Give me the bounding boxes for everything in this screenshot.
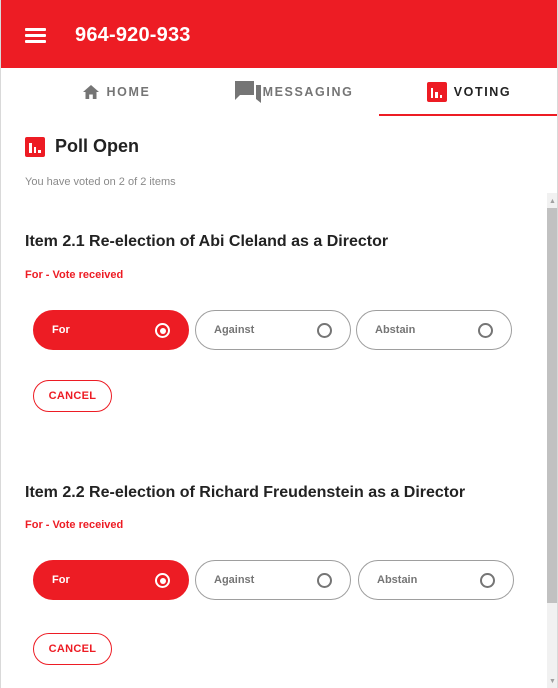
option-for[interactable]: For — [33, 560, 189, 600]
voting-icon — [426, 82, 447, 102]
tab-messaging-label: MESSAGING — [262, 85, 354, 99]
option-label: For — [52, 324, 70, 336]
option-label: For — [52, 574, 70, 586]
option-abstain[interactable]: Abstain — [356, 310, 512, 350]
option-label: Against — [214, 574, 255, 586]
meeting-id-title: 964-920-933 — [75, 24, 191, 46]
radio-unselected-icon — [478, 323, 493, 338]
poll-header: Poll Open — [25, 136, 139, 157]
option-for[interactable]: For — [33, 310, 189, 350]
option-label: Abstain — [375, 324, 416, 336]
cancel-vote-button[interactable]: CANCEL — [33, 380, 112, 412]
tab-voting[interactable]: VOTING — [379, 68, 557, 116]
tab-home[interactable]: HOME — [71, 68, 161, 116]
tab-home-label: HOME — [106, 85, 151, 99]
home-icon — [82, 84, 100, 100]
radio-selected-icon — [155, 323, 170, 338]
vote-status: For - Vote received — [25, 519, 124, 531]
tab-bar: HOME MESSAGING VOTING — [1, 68, 557, 116]
vote-status: For - Vote received — [25, 269, 124, 281]
hamburger-menu-icon[interactable] — [25, 28, 46, 43]
option-abstain[interactable]: Abstain — [358, 560, 514, 600]
poll-progress-text: You have voted on 2 of 2 items — [25, 176, 176, 188]
radio-selected-icon — [155, 573, 170, 588]
radio-unselected-icon — [317, 573, 332, 588]
scroll-up-arrow-icon[interactable]: ▲ — [547, 195, 557, 207]
radio-unselected-icon — [480, 573, 495, 588]
option-against[interactable]: Against — [195, 310, 351, 350]
scroll-down-arrow-icon[interactable]: ▼ — [547, 675, 557, 687]
scrollbar-thumb[interactable] — [547, 208, 557, 603]
active-tab-indicator — [379, 114, 557, 116]
poll-icon — [25, 136, 45, 157]
option-against[interactable]: Against — [195, 560, 351, 600]
radio-unselected-icon — [317, 323, 332, 338]
app-frame: 964-920-933 HOME MESSAGING VOTING Poll O… — [0, 0, 558, 688]
item-title: Item 2.1 Re-election of Abi Cleland as a… — [25, 233, 389, 250]
option-label: Against — [214, 324, 255, 336]
tab-voting-label: VOTING — [453, 85, 512, 99]
item-title: Item 2.2 Re-election of Richard Freudens… — [25, 484, 466, 501]
poll-title: Poll Open — [55, 136, 140, 156]
option-label: Abstain — [377, 574, 418, 586]
messaging-icon — [234, 81, 261, 103]
cancel-vote-button[interactable]: CANCEL — [33, 633, 112, 665]
app-header: 964-920-933 — [1, 0, 557, 68]
tab-messaging[interactable]: MESSAGING — [229, 68, 359, 116]
